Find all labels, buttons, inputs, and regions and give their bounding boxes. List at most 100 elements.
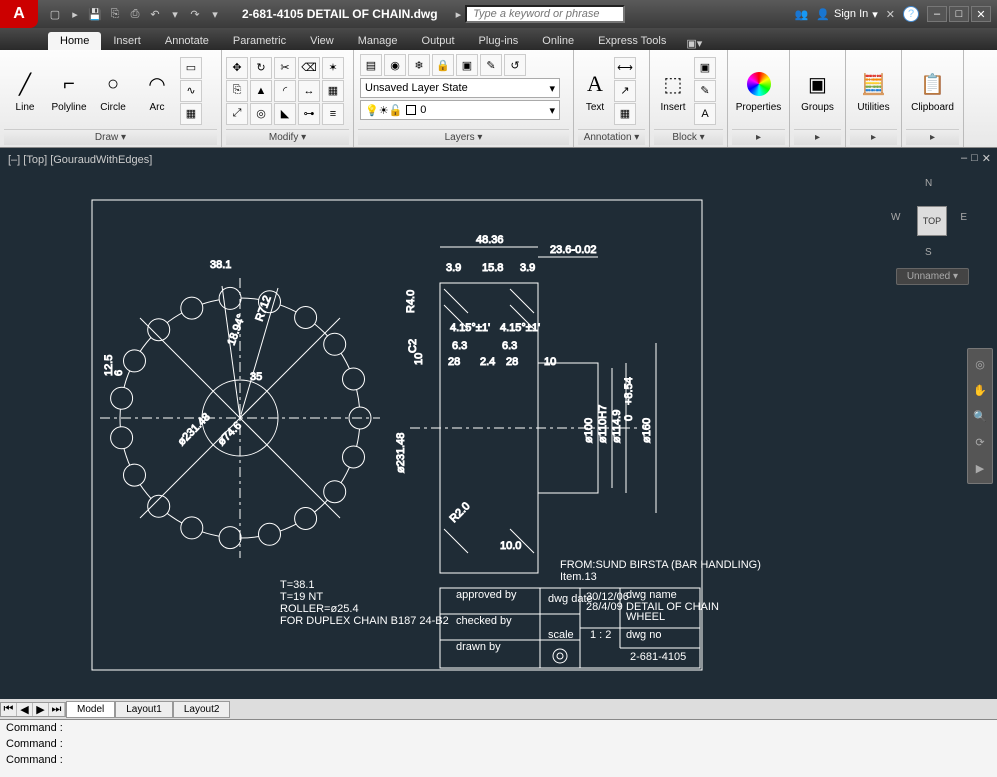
scale-icon[interactable]: ⤢: [226, 103, 248, 125]
tab-annotate[interactable]: Annotate: [153, 32, 221, 50]
app-logo[interactable]: A: [0, 0, 38, 28]
table-icon[interactable]: ▦: [614, 103, 636, 125]
tab-layout2[interactable]: Layout2: [173, 701, 231, 718]
array-icon[interactable]: ▦: [322, 80, 344, 102]
tab-express[interactable]: Express Tools: [586, 32, 678, 50]
layer-state-dropdown[interactable]: Unsaved Layer State▾: [360, 78, 560, 98]
tab-home[interactable]: Home: [48, 32, 101, 50]
tab-view[interactable]: View: [298, 32, 346, 50]
layer-prop-icon[interactable]: ▤: [360, 54, 382, 76]
viewcube[interactable]: N S W E TOP: [889, 178, 969, 258]
saveas-icon[interactable]: ⎘: [106, 5, 124, 23]
search-input[interactable]: [465, 5, 625, 23]
erase-icon[interactable]: ⌫: [298, 57, 320, 79]
ribbon-minimize-icon[interactable]: ▣▾: [686, 37, 702, 50]
exchange-icon[interactable]: ✕: [886, 8, 895, 21]
insert-button[interactable]: ⬚Insert: [654, 55, 692, 127]
redo-dropdown-icon[interactable]: ▾: [206, 5, 224, 23]
panel-modify-label[interactable]: Modify ▾: [226, 129, 349, 145]
leader-icon[interactable]: ↗: [614, 80, 636, 102]
panel-draw-label[interactable]: Draw ▾: [4, 129, 217, 145]
mirror-icon[interactable]: ▲: [250, 80, 272, 102]
offset-icon[interactable]: ◎: [250, 103, 272, 125]
groups-button[interactable]: ▣Groups: [794, 55, 841, 127]
tab-output[interactable]: Output: [410, 32, 467, 50]
clipboard-button[interactable]: 📋Clipboard: [906, 55, 959, 127]
zoom-icon[interactable]: 🔍: [970, 405, 990, 427]
orbit-icon[interactable]: ⟳: [970, 431, 990, 453]
properties-button[interactable]: Properties: [732, 55, 785, 127]
help-icon[interactable]: ?: [903, 6, 919, 22]
maximize-button[interactable]: □: [949, 6, 969, 22]
panel-layers-label[interactable]: Layers ▾: [358, 129, 569, 145]
drawing-viewport[interactable]: [–] [Top] [GouraudWithEdges] – □ ✕ N S W…: [0, 148, 997, 699]
stretch-icon[interactable]: ↔: [298, 80, 320, 102]
attribute-icon[interactable]: A: [694, 103, 716, 125]
open-icon[interactable]: ▸: [66, 5, 84, 23]
align-icon[interactable]: ≡: [322, 103, 344, 125]
tab-plugins[interactable]: Plug-ins: [467, 32, 531, 50]
layer-current-dropdown[interactable]: 💡☀🔓0▾: [360, 100, 560, 120]
line-button[interactable]: ╱Line: [4, 55, 46, 127]
layer-lock-icon[interactable]: 🔒: [432, 54, 454, 76]
doc-maximize-button[interactable]: □: [971, 152, 978, 165]
signin-button[interactable]: 👤Sign In▾: [816, 8, 877, 21]
next-tab-icon[interactable]: ▶: [33, 703, 49, 716]
circle-button[interactable]: ○Circle: [92, 55, 134, 127]
last-tab-icon[interactable]: ⏭: [49, 703, 65, 716]
utilities-button[interactable]: 🧮Utilities: [850, 55, 897, 127]
fillet-icon[interactable]: ◜: [274, 80, 296, 102]
command-prompt[interactable]: Command :: [6, 754, 991, 770]
move-icon[interactable]: ✥: [226, 57, 248, 79]
print-icon[interactable]: ⎙: [126, 5, 144, 23]
doc-close-button[interactable]: ✕: [982, 152, 991, 165]
ucs-dropdown[interactable]: Unnamed ▾: [896, 268, 969, 285]
prev-tab-icon[interactable]: ◀: [17, 703, 33, 716]
save-icon[interactable]: 💾: [86, 5, 104, 23]
undo-dropdown-icon[interactable]: ▾: [166, 5, 184, 23]
rotate-icon[interactable]: ↻: [250, 57, 272, 79]
join-icon[interactable]: ⊶: [298, 103, 320, 125]
tab-online[interactable]: Online: [530, 32, 586, 50]
trim-icon[interactable]: ✂: [274, 57, 296, 79]
tab-model[interactable]: Model: [66, 701, 115, 718]
explode-icon[interactable]: ✶: [322, 57, 344, 79]
tab-parametric[interactable]: Parametric: [221, 32, 298, 50]
fullnav-icon[interactable]: ◎: [970, 353, 990, 375]
edit-block-icon[interactable]: ✎: [694, 80, 716, 102]
layer-off-icon[interactable]: ◉: [384, 54, 406, 76]
doc-minimize-button[interactable]: –: [961, 152, 967, 165]
pan-icon[interactable]: ✋: [970, 379, 990, 401]
copy-icon[interactable]: ⎘: [226, 80, 248, 102]
panel-annotation-label[interactable]: Annotation ▾: [578, 129, 645, 145]
text-button[interactable]: AText: [578, 55, 612, 127]
tab-layout1[interactable]: Layout1: [115, 701, 173, 718]
tab-manage[interactable]: Manage: [346, 32, 410, 50]
close-button[interactable]: ✕: [971, 6, 991, 22]
layer-match-icon[interactable]: ✎: [480, 54, 502, 76]
hatch-icon[interactable]: ▦: [180, 103, 202, 125]
dimension-icon[interactable]: ⟷: [614, 57, 636, 79]
undo-icon[interactable]: ↶: [146, 5, 164, 23]
layout-nav: ⏮◀▶⏭: [0, 702, 66, 717]
tab-insert[interactable]: Insert: [101, 32, 153, 50]
spline-icon[interactable]: ∿: [180, 80, 202, 102]
chamfer-icon[interactable]: ◣: [274, 103, 296, 125]
panel-block-label[interactable]: Block ▾: [654, 129, 723, 145]
arc-button[interactable]: ◠Arc: [136, 55, 178, 127]
first-tab-icon[interactable]: ⏮: [1, 703, 17, 716]
redo-icon[interactable]: ↷: [186, 5, 204, 23]
minimize-button[interactable]: –: [927, 6, 947, 22]
rectangle-icon[interactable]: ▭: [180, 57, 202, 79]
polyline-button[interactable]: ⌐Polyline: [48, 55, 90, 127]
viewcube-top[interactable]: TOP: [917, 206, 947, 236]
infocenter-icon[interactable]: 👥: [795, 8, 809, 21]
layer-prev-icon[interactable]: ↺: [504, 54, 526, 76]
command-line[interactable]: Command : Command : Command :: [0, 719, 997, 777]
layer-iso-icon[interactable]: ▣: [456, 54, 478, 76]
view-label[interactable]: [–] [Top] [GouraudWithEdges]: [8, 154, 152, 166]
create-block-icon[interactable]: ▣: [694, 57, 716, 79]
layer-freeze-icon[interactable]: ❄: [408, 54, 430, 76]
new-icon[interactable]: ▢: [46, 5, 64, 23]
showmotion-icon[interactable]: ▶: [970, 457, 990, 479]
